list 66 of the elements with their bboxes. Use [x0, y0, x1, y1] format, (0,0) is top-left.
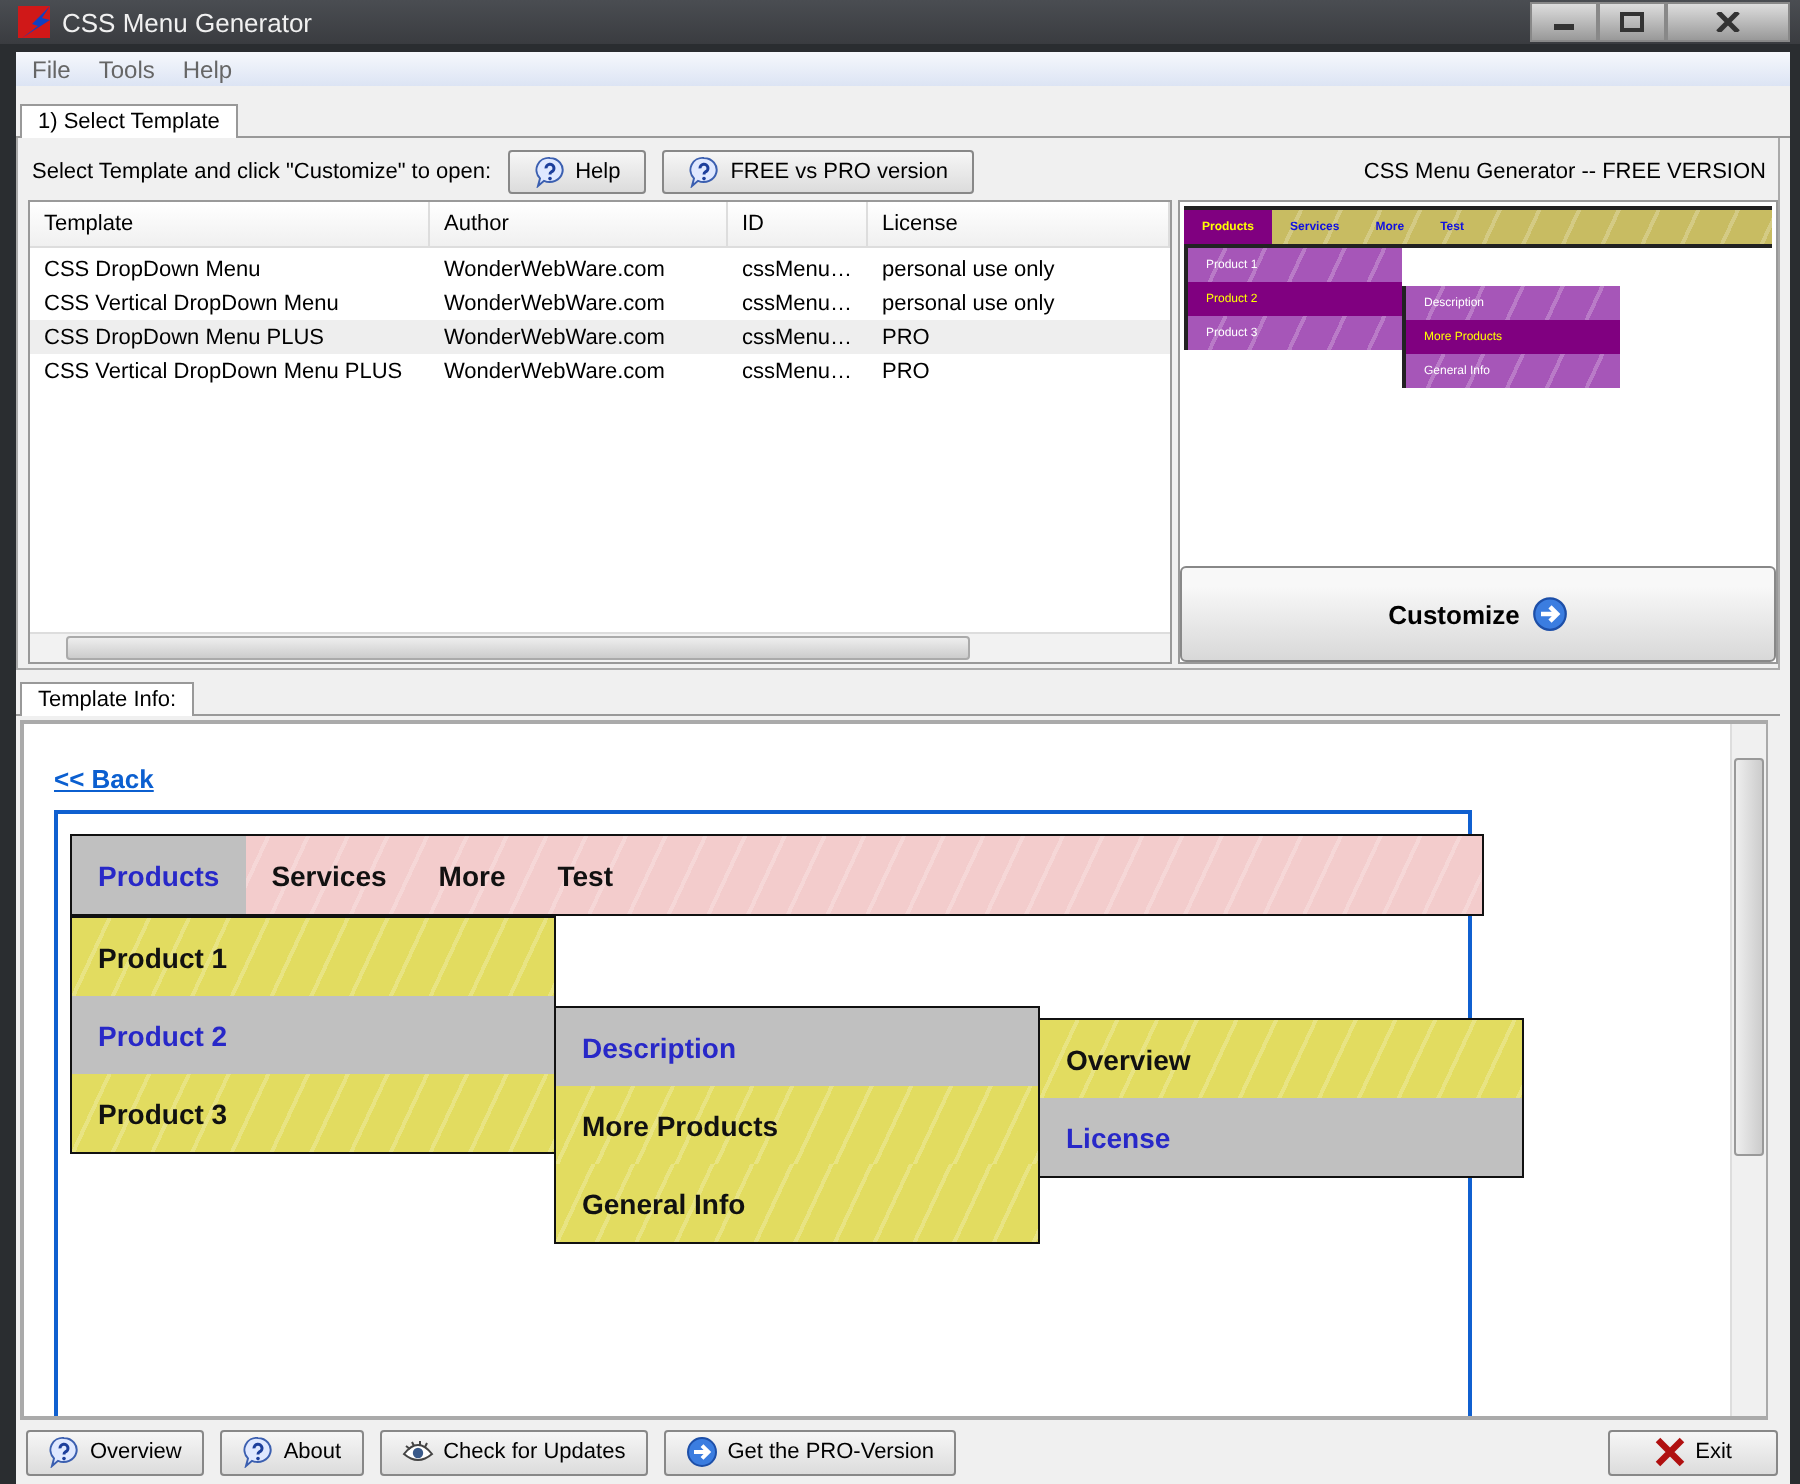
table-cell-text: WonderWebWare.com — [442, 325, 667, 349]
table-row[interactable]: CSS DropDown Menu WonderWebWare.com cssMenu… personal use only — [30, 252, 1170, 286]
table-cell-text: WonderWebWare.com — [442, 291, 667, 315]
back-link[interactable]: << Back — [54, 764, 154, 794]
customize-button[interactable]: Customize — [1180, 566, 1776, 662]
menu-tab[interactable]: Services — [245, 836, 413, 914]
menu-item[interactable]: License — [1040, 1098, 1522, 1176]
instruction-text: Select Template and click "Customize" to open: — [32, 160, 492, 184]
table-cell-text: CSS DropDown Menu PLUS — [42, 325, 327, 349]
toolbar-button[interactable]: About — [219, 1429, 364, 1475]
table-cell-text: CSS Vertical DropDown Menu PLUS — [42, 359, 405, 383]
menu-item[interactable]: Product 3 — [72, 1074, 554, 1152]
menu-item[interactable]: Tools — [98, 55, 155, 83]
table-cell-text: CSS DropDown Menu — [42, 257, 263, 281]
table-row[interactable]: CSS DropDown Menu PLUS WonderWebWare.com cssMenu… PRO — [30, 320, 1170, 354]
help-icon — [241, 1436, 274, 1468]
table-row[interactable]: CSS Vertical DropDown Menu PLUS WonderWebWare.com cssMenu… PRO — [30, 354, 1170, 388]
horizontal-scrollbar[interactable] — [30, 632, 1170, 662]
table-cell-text: cssMenu… — [740, 325, 855, 349]
help-icon — [533, 156, 566, 188]
menu-item[interactable]: More Products — [556, 1086, 1038, 1164]
table-cell-text: personal use only — [880, 291, 1057, 315]
column-header[interactable]: Template — [30, 202, 430, 246]
menu-item[interactable]: Description — [556, 1008, 1038, 1086]
help-icon — [688, 156, 721, 188]
close-button[interactable] — [1666, 2, 1790, 42]
menu-item[interactable]: Product 2 — [72, 996, 554, 1074]
table-cell-text: PRO — [880, 325, 932, 349]
vertical-scrollbar[interactable] — [1730, 724, 1766, 1416]
table-cell-text: CSS Vertical DropDown Menu — [42, 291, 341, 315]
column-header[interactable]: Author — [430, 202, 728, 246]
minimize-button[interactable] — [1530, 2, 1598, 42]
maximize-icon — [1620, 12, 1644, 32]
close-icon — [1716, 12, 1740, 32]
menu-tab[interactable]: Test — [531, 836, 639, 914]
maximize-button[interactable] — [1598, 2, 1666, 42]
toolbar-button[interactable]: Overview — [26, 1429, 204, 1475]
table-cell-text: cssMenu… — [740, 291, 855, 315]
column-header[interactable]: ID — [728, 202, 868, 246]
table-cell-text: WonderWebWare.com — [442, 359, 667, 383]
menu-item[interactable]: Product 1 — [72, 918, 554, 996]
app-icon — [18, 6, 50, 38]
menu-item[interactable]: Help — [182, 55, 233, 83]
menu-tab[interactable]: More — [412, 836, 532, 914]
version-label: CSS Menu Generator -- FREE VERSION — [1363, 160, 1766, 184]
table-cell-text: WonderWebWare.com — [442, 257, 667, 281]
table-cell-text: PRO — [880, 359, 932, 383]
table-cell-text: cssMenu… — [740, 257, 855, 281]
menu-item[interactable]: General Info — [556, 1164, 1038, 1242]
menu-item[interactable]: Overview — [1040, 1020, 1522, 1098]
menu-item[interactable]: File — [32, 55, 71, 83]
help-icon — [48, 1436, 80, 1468]
toolbar-button[interactable]: Check for Updates — [379, 1429, 648, 1475]
exit-button[interactable]: Exit — [1607, 1429, 1778, 1475]
column-header[interactable]: License — [868, 202, 1170, 246]
table-row[interactable]: CSS Vertical DropDown Menu WonderWebWare.com cssMenu… personal use only — [30, 286, 1170, 320]
window-title: CSS Menu Generator — [62, 7, 313, 37]
table-cell-text: cssMenu… — [740, 359, 855, 383]
tab[interactable]: Template Info: — [20, 682, 195, 716]
tab[interactable]: 1) Select Template — [20, 104, 238, 138]
help-button[interactable]: Help — [507, 150, 647, 194]
table-cell-text: personal use only — [880, 257, 1057, 281]
close-icon — [1653, 1436, 1686, 1468]
help-button[interactable]: FREE vs PRO version — [662, 150, 974, 194]
toolbar-button[interactable]: Get the PRO-Version — [663, 1429, 957, 1475]
menu-tab[interactable]: Products — [72, 836, 246, 914]
